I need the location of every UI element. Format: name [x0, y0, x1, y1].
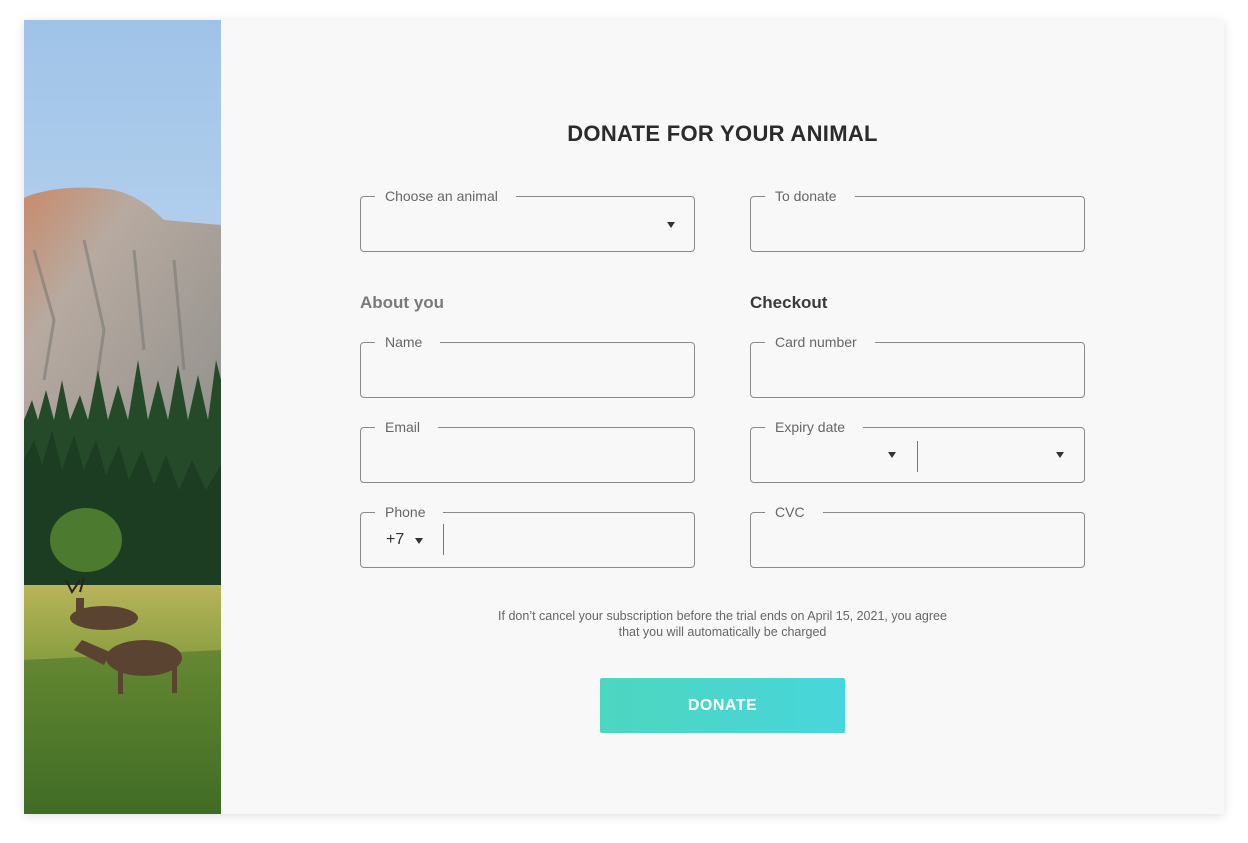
card-number-field[interactable]: Card number — [750, 334, 1085, 398]
cvc-field-label: CVC — [765, 504, 823, 520]
donation-amount-field[interactable]: To donate — [750, 188, 1085, 252]
donation-card: DONATE FOR YOUR ANIMAL Choose an animal … — [24, 20, 1224, 814]
expiry-year-select[interactable] — [918, 428, 1084, 482]
checkout-heading: Checkout — [750, 293, 828, 312]
caret-down-icon — [888, 452, 896, 458]
about-you-heading: About you — [360, 293, 445, 312]
caret-down-icon — [415, 538, 423, 544]
animal-select[interactable]: Choose an animal — [360, 188, 695, 252]
country-code-select[interactable]: +7 — [361, 513, 443, 567]
expiry-month-select[interactable] — [751, 428, 917, 482]
notice-line-1: If don’t cancel your subscription before… — [498, 609, 947, 623]
caret-down-icon — [667, 222, 675, 228]
page-title: DONATE FOR YOUR ANIMAL — [567, 121, 878, 146]
email-field[interactable]: Email — [360, 419, 695, 483]
notice-line-2: that you will automatically be charged — [618, 625, 827, 639]
phone-number-input[interactable] — [444, 513, 694, 567]
phone-field: Phone +7 — [360, 504, 695, 568]
caret-down-icon — [1056, 452, 1064, 458]
name-field-label: Name — [375, 334, 441, 350]
subscription-notice: If don’t cancel your subscription before… — [221, 608, 1224, 640]
card-number-label: Card number — [765, 334, 875, 350]
cvc-field[interactable]: CVC — [750, 504, 1085, 568]
expiry-date-field: Expiry date — [750, 419, 1085, 483]
country-code-value: +7 — [386, 531, 405, 548]
donate-button[interactable]: DONATE — [600, 678, 845, 733]
landscape-photo — [24, 20, 221, 814]
donation-amount-label: To donate — [765, 188, 855, 204]
name-field[interactable]: Name — [360, 334, 695, 398]
email-field-label: Email — [375, 419, 439, 435]
animal-select-label: Choose an animal — [375, 188, 516, 204]
